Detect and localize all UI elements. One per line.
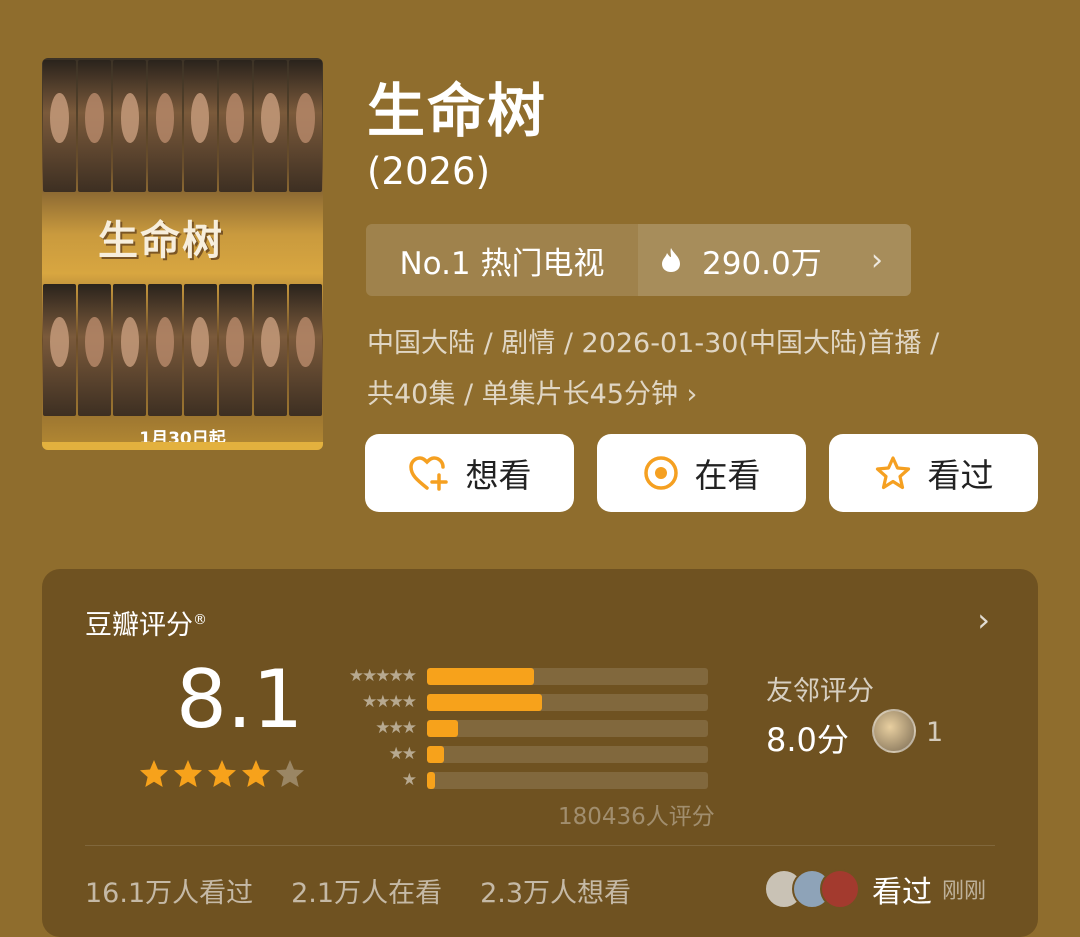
watching-button[interactable]: 在看 — [597, 434, 806, 512]
friends-rating-title: 友邻评分 — [766, 676, 874, 707]
target-icon — [643, 456, 678, 490]
distribution-stars-label: ★ — [401, 770, 417, 790]
rating-distribution: ★★★★★ ★★★★ ★★★ ★★ ★ — [327, 663, 708, 793]
poster-title-art: 生命树 — [98, 217, 224, 264]
distribution-bar-fill — [427, 693, 543, 711]
distribution-bar-track — [427, 771, 708, 789]
chevron-right-icon[interactable]: › — [977, 601, 990, 639]
distribution-stars-label: ★★★★★ — [348, 666, 417, 686]
watched-count[interactable]: 16.1万人看过 — [85, 871, 253, 910]
distribution-bar-track — [427, 745, 708, 763]
distribution-stars-label: ★★★★ — [362, 692, 417, 712]
recent-activity[interactable]: 看过 刚刚 — [764, 867, 986, 911]
distribution-bar-track — [427, 667, 708, 685]
distribution-bar-track — [427, 693, 708, 711]
distribution-bar-track — [427, 719, 708, 737]
want-count[interactable]: 2.3万人想看 — [480, 871, 631, 910]
distribution-row: ★★★★ — [327, 689, 708, 715]
friends-rating-score[interactable]: 8.0分 — [766, 715, 849, 761]
rating-count: 180436人评分 — [558, 804, 715, 830]
rating-card[interactable]: 豆瓣评分® › 8.1 ★★★★★ ★★★★ ★★★ ★★ ★ 180436人评分 友邻… — [42, 569, 1038, 937]
rank-banner[interactable]: No.1 热门电视 290.0万 › — [366, 224, 911, 296]
flame-icon — [662, 248, 680, 272]
watching-count[interactable]: 2.1万人在看 — [291, 871, 442, 910]
action-buttons: 想看 在看 看过 — [365, 434, 1038, 512]
show-year: (2026) — [367, 150, 491, 193]
recent-label: 看过 — [872, 875, 932, 910]
audience-stats: 16.1万人看过 2.1万人在看 2.3万人想看 — [85, 871, 631, 910]
poster-cast-row-top — [42, 60, 323, 192]
distribution-row: ★★ — [327, 741, 708, 767]
rating-title: 豆瓣评分® — [85, 610, 207, 641]
star-filled-icon — [140, 760, 168, 787]
distribution-row: ★ — [327, 767, 708, 793]
rating-score: 8.1 — [176, 653, 304, 746]
recent-time: 刚刚 — [942, 879, 987, 904]
friends-count: 1 — [926, 717, 944, 748]
meta-line-1: 中国大陆 / 剧情 / 2026-01-30(中国大陆)首播 / — [367, 328, 940, 359]
star-filled-icon — [242, 760, 270, 787]
distribution-row: ★★★★★ — [327, 663, 708, 689]
chevron-right-icon: › — [871, 242, 883, 278]
distribution-stars-label: ★★ — [388, 744, 417, 764]
watched-button[interactable]: 看过 — [829, 434, 1038, 512]
star-filled-icon — [174, 760, 202, 787]
want-label: 想看 — [465, 456, 532, 495]
divider — [85, 845, 995, 846]
poster-image[interactable]: 生命树 1月30日起 — [42, 58, 323, 450]
meta-line-2[interactable]: 共40集 / 单集片长45分钟 › — [367, 372, 697, 411]
friend-avatar[interactable] — [872, 709, 916, 753]
distribution-bar-fill — [427, 745, 444, 763]
distribution-stars-label: ★★★ — [375, 718, 417, 738]
avatar — [820, 869, 860, 909]
rank-label: No.1 热门电视 — [366, 224, 638, 296]
distribution-row: ★★★ — [327, 715, 708, 741]
want-to-watch-button[interactable]: 想看 — [365, 434, 574, 512]
star-filled-icon — [208, 760, 236, 787]
distribution-bar-fill — [427, 719, 458, 737]
poster-cast-row-bottom — [42, 284, 323, 416]
star-empty-icon — [276, 760, 304, 787]
heat-value: 290.0万 — [702, 245, 822, 282]
watching-label: 在看 — [694, 456, 761, 495]
star-icon — [875, 456, 910, 490]
distribution-bar-fill — [427, 667, 534, 685]
heat-section[interactable]: 290.0万 › — [638, 224, 911, 296]
show-title: 生命树 — [367, 77, 548, 145]
watched-label: 看过 — [927, 456, 994, 495]
distribution-bar-fill — [427, 771, 436, 789]
rating-stars — [139, 759, 305, 789]
heart-plus-icon — [408, 456, 448, 491]
